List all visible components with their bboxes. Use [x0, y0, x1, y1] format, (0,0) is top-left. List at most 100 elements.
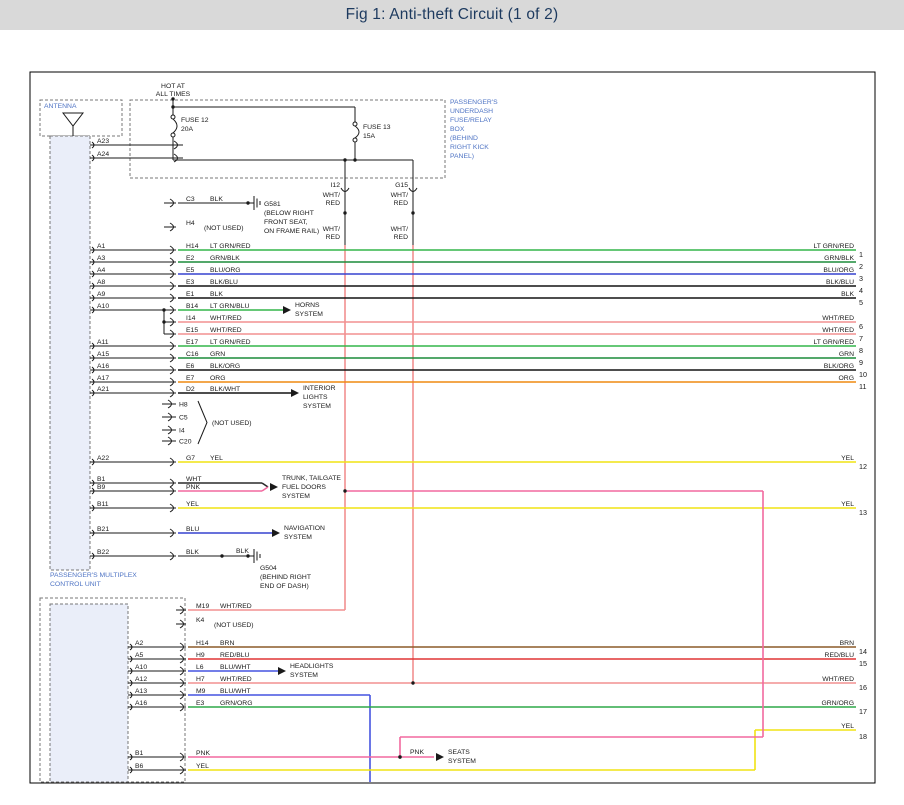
- wire-color-label: WHT/: [391, 192, 408, 199]
- circuit-number: 6: [859, 322, 863, 331]
- connector-pin-label: D2: [186, 386, 195, 393]
- circuit-number: 4: [859, 286, 863, 295]
- wire-color-label: YEL: [210, 455, 223, 462]
- wire-color-label: LT GRN/RED: [210, 339, 251, 346]
- wire-color-label: WHT/RED: [210, 327, 242, 334]
- system-arrow-icon: [270, 483, 278, 491]
- fuse-box-label: (BEHIND: [450, 135, 478, 142]
- edge-wire-label: BLK/ORG: [824, 363, 854, 370]
- circuit-number: 10: [859, 370, 867, 379]
- junction-dot: [398, 755, 401, 758]
- connector-pin-label: M19: [196, 603, 209, 610]
- system-arrow-icon: [436, 753, 444, 761]
- system-label: SYSTEM: [303, 403, 331, 410]
- group-brace: [198, 401, 207, 444]
- not-used-label: (NOT USED): [212, 420, 252, 427]
- circuit-number: 13: [859, 508, 867, 517]
- wire-segment: [262, 483, 268, 487]
- fuse-icon: [173, 119, 177, 133]
- pin-label: B21: [97, 526, 109, 533]
- connector-pin-label: C3: [186, 196, 195, 203]
- passenger-multiplex-box: [50, 136, 90, 570]
- system-arrow-icon: [278, 667, 286, 675]
- wire-color-label: YEL: [196, 763, 209, 770]
- wire-color-label: WHT/RED: [220, 676, 252, 683]
- circuit-number: 2: [859, 262, 863, 271]
- connector-pin-label: K4: [196, 617, 205, 624]
- wire-color-label: BLK: [186, 549, 199, 556]
- wire-color-label: WHT/: [323, 192, 340, 199]
- edge-wire-label: LT GRN/RED: [813, 339, 854, 346]
- pin-label: A16: [135, 700, 147, 707]
- wire-color-label: BLK/ORG: [210, 363, 240, 370]
- wire-color-label: BLK/BLU: [210, 279, 238, 286]
- pin-label: B1: [135, 750, 144, 757]
- edge-wire-label: BLK: [841, 291, 854, 298]
- wire-color-label: BLK: [210, 196, 223, 203]
- page: { "header": {"title": "Fig 1: Anti-theft…: [0, 0, 904, 805]
- wire-color-label: PNK: [186, 484, 200, 491]
- ground-note: (BELOW RIGHT: [264, 210, 314, 217]
- junction-dot: [411, 681, 414, 684]
- ground-label: G504: [260, 565, 277, 572]
- fuse-box-label: PANEL): [450, 153, 474, 160]
- pin-label: H8: [179, 402, 188, 409]
- fuse-icon: [355, 126, 359, 138]
- pin-label: A17: [97, 375, 109, 382]
- pin-label: A11: [97, 339, 109, 346]
- circuit-number: 5: [859, 298, 863, 307]
- connector-pin-label: E15: [186, 327, 198, 334]
- system-label: SYSTEM: [282, 493, 310, 500]
- system-arrow-icon: [291, 389, 299, 397]
- system-label: SYSTEM: [290, 672, 318, 679]
- wire-color-label: BLK: [236, 548, 249, 555]
- connector-pin-label: I14: [186, 315, 196, 322]
- not-used-label: (NOT USED): [204, 225, 244, 232]
- diagram-border: [30, 72, 875, 783]
- connector-pin-label: E5: [186, 267, 195, 274]
- connector-pin-label: L6: [196, 664, 204, 671]
- wire-color-label: WHT/: [323, 226, 340, 233]
- system-arrow-icon: [272, 529, 280, 537]
- pin-label: A22: [97, 455, 109, 462]
- fuse-box-label: FUSE/RELAY: [450, 117, 492, 124]
- wire-color-label: LT GRN/BLU: [210, 303, 249, 310]
- connector-pin-label: H7: [196, 676, 205, 683]
- fuse-terminal: [171, 115, 175, 119]
- system-label: TRUNK, TAILGATE: [282, 475, 341, 482]
- pin-label: B11: [97, 501, 109, 508]
- connector-pin-label: E2: [186, 255, 195, 262]
- pin-label: B6: [135, 763, 144, 770]
- antenna-icon: [63, 113, 83, 126]
- edge-wire-label: BRN: [840, 640, 854, 647]
- junction-dot: [343, 489, 346, 492]
- junction-dot: [343, 211, 346, 214]
- edge-wire-label: GRN: [839, 351, 854, 358]
- system-label: SYSTEM: [284, 534, 312, 541]
- connector-pin-label: G7: [186, 455, 195, 462]
- pin-label: A21: [97, 386, 109, 393]
- edge-wire-label: YEL: [841, 455, 854, 462]
- edge-wire-label: BLK/BLU: [826, 279, 854, 286]
- edge-wire-label: YEL: [841, 723, 854, 730]
- system-label: SEATS: [448, 749, 470, 756]
- circuit-number: 16: [859, 683, 867, 692]
- connector-label: G15: [395, 182, 408, 189]
- wire-color-label: LT GRN/RED: [210, 243, 251, 250]
- connector-pin-label: H14: [196, 640, 209, 647]
- connector-pin-label: C16: [186, 351, 199, 358]
- circuit-number: 14: [859, 647, 867, 656]
- edge-wire-label: WHT/RED: [822, 676, 854, 683]
- connector-pin-label: H9: [196, 652, 205, 659]
- edge-wire-label: GRN/ORG: [822, 700, 854, 707]
- pin-label: B22: [97, 549, 109, 556]
- system-label: INTERIOR: [303, 385, 336, 392]
- fuse-box-label: UNDERDASH: [450, 108, 493, 115]
- circuit-number: 11: [859, 382, 866, 391]
- edge-wire-label: YEL: [841, 501, 854, 508]
- connector-pin-label: M9: [196, 688, 206, 695]
- pin-label: A16: [97, 363, 109, 370]
- circuit-number: 15: [859, 659, 867, 668]
- system-label: LIGHTS: [303, 394, 328, 401]
- connector-pin-label: E6: [186, 363, 195, 370]
